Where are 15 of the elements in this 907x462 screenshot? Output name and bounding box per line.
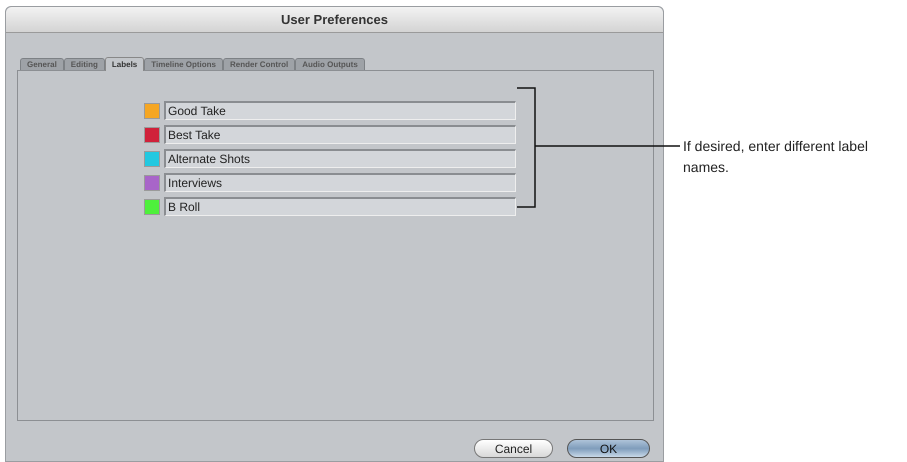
cancel-button[interactable]: Cancel	[474, 439, 553, 458]
callout-text: If desired, enter different label names.	[683, 137, 869, 177]
color-swatch[interactable]	[144, 150, 160, 166]
label-name-field[interactable]: Alternate Shots	[164, 149, 516, 168]
label-name-field[interactable]: Good Take	[164, 101, 516, 120]
color-swatch[interactable]	[144, 126, 160, 142]
label-name-field[interactable]: B Roll	[164, 197, 516, 216]
label-name-field[interactable]: Interviews	[164, 173, 516, 192]
window-title: User Preferences	[6, 7, 663, 33]
label-name-field[interactable]: Best Take	[164, 125, 516, 144]
tab[interactable]: Labels	[104, 57, 144, 71]
color-swatch[interactable]	[144, 174, 160, 190]
color-swatch[interactable]	[144, 198, 160, 214]
color-swatch[interactable]	[144, 102, 160, 118]
ok-button[interactable]: OK	[567, 439, 650, 458]
